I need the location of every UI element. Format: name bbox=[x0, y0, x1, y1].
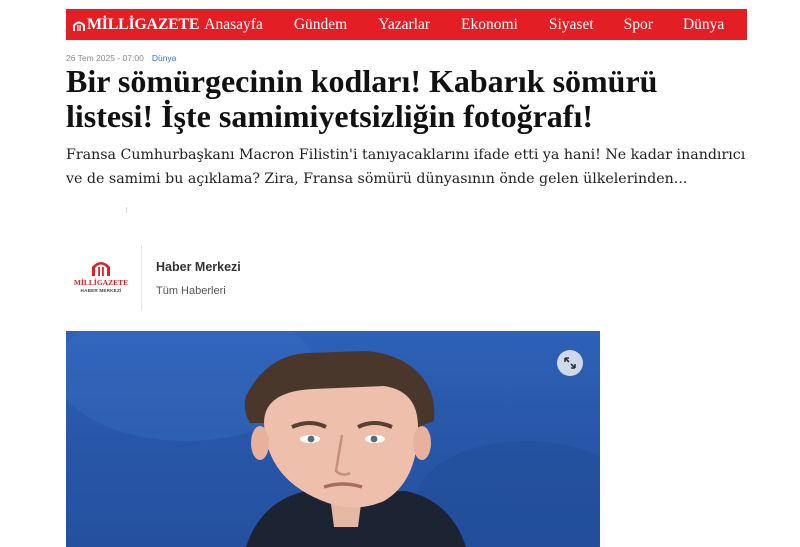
nav-item-anasayfa[interactable]: Anasayfa bbox=[204, 16, 263, 34]
nav-item-spor[interactable]: Spor bbox=[624, 16, 653, 34]
site-logo-text: MİLLİGAZETE bbox=[87, 15, 200, 33]
article-title-line-2: listesi! İşte samimiyetsizliğin fotoğraf… bbox=[66, 98, 593, 134]
author-divider bbox=[141, 245, 142, 310]
article-date: 26 Tem 2025 - 07:00 bbox=[66, 53, 144, 63]
nav-item-gundem[interactable]: Gündem bbox=[294, 16, 347, 34]
all-news-link[interactable]: Tüm Haberleri bbox=[156, 285, 226, 297]
nav-item-yazarlar[interactable]: Yazarlar bbox=[378, 16, 430, 34]
nav-item-siyaset[interactable]: Siyaset bbox=[549, 16, 594, 34]
expand-icon bbox=[564, 357, 576, 369]
author-logo-text: MİLLİGAZETE bbox=[73, 278, 129, 287]
author-logo[interactable]: MİLLİGAZETE HABER MERKEZİ bbox=[72, 257, 130, 303]
article-photo-illustration bbox=[66, 331, 600, 547]
site-logo[interactable]: MİLLİGAZETE bbox=[72, 15, 200, 34]
author-name[interactable]: Haber Merkezi bbox=[156, 260, 241, 274]
expand-photo-button[interactable] bbox=[557, 350, 583, 376]
milligazete-author-logo-icon bbox=[92, 262, 110, 276]
article-photo[interactable] bbox=[66, 331, 600, 547]
author-logo-subtext: HABER MERKEZİ bbox=[80, 288, 122, 293]
nav-item-ekonomi[interactable]: Ekonomi bbox=[461, 16, 518, 34]
article-meta: 26 Tem 2025 - 07:00 Dünya bbox=[66, 53, 176, 63]
top-navigation-bar: MİLLİGAZETE Anasayfa Gündem Yazarlar Eko… bbox=[66, 9, 747, 40]
author-box: MİLLİGAZETE HABER MERKEZİ Haber Merkezi … bbox=[66, 243, 366, 311]
divider-tick bbox=[126, 207, 127, 213]
article-title: Bir sömürgecinin kodları! Kabarık sömürü… bbox=[66, 64, 766, 134]
article-summary: Fransa Cumhurbaşkanı Macron Filistin'i t… bbox=[66, 147, 746, 187]
article-category-link[interactable]: Dünya bbox=[152, 53, 177, 63]
article-title-line-1: Bir sömürgecinin kodları! Kabarık sömürü bbox=[66, 63, 658, 99]
milligazete-logo-icon bbox=[73, 21, 85, 31]
nav-item-dunya[interactable]: Dünya bbox=[683, 16, 724, 34]
